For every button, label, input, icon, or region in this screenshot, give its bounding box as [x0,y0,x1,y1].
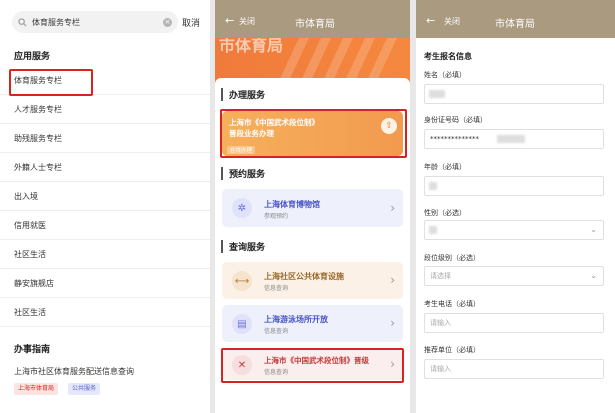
page-title: 市体育局 [295,19,335,30]
id-label: 身份证号码（必填） [424,116,487,124]
age-label: 年龄（必填） [424,163,466,171]
highlight-box [9,69,93,96]
back-arrow-icon[interactable]: ← [225,14,234,27]
list-item[interactable]: 出入境 [0,182,210,211]
unit-label: 推荐单位（必填） [424,346,480,354]
section-title-app-services: 应用服务 [14,52,51,62]
gender-label: 性别（必选） [424,209,466,217]
tag-badge: 上海市体育局 [14,383,59,395]
card-title: 上海体育博物馆 [264,200,320,209]
age-field[interactable] [424,176,604,196]
list-item[interactable]: 社区生活 [0,240,210,269]
id-number-field[interactable]: ************** [424,129,604,149]
page-title: 市体育局 [495,19,535,30]
list-item[interactable]: 社区生活 [0,298,210,327]
highlight-box [220,109,407,158]
name-field[interactable] [424,84,604,104]
section-title-booking: 预约服务 [221,167,265,180]
section-title-guide: 办事指南 [14,345,51,355]
form-section-title: 考生报名信息 [424,52,472,61]
phone-placeholder: 请输入 [430,319,451,327]
top-bar: ← 关闭 市体育局 [215,0,410,38]
search-results-panel: 体育服务专栏 × 取消 应用服务 体育服务专栏 人才服务专栏 助残服务专栏 外籍… [0,0,210,413]
list-item[interactable]: 外籍人士专栏 [0,153,210,182]
list-item-label: 外籍人士专栏 [14,163,62,172]
service-card-community-facilities[interactable]: ⟷ 上海社区公共体育设施 信息查询 › [222,262,403,299]
section-title-query: 查询服务 [221,240,265,253]
list-item[interactable]: 助残服务专栏 [0,124,210,153]
list-item-label: 信用就医 [14,221,46,230]
list-item[interactable]: 人才服务专栏 [0,95,210,124]
cancel-button[interactable]: 取消 [182,16,200,29]
close-button[interactable]: 关闭 [444,16,460,27]
id-value: ************** [430,135,479,143]
document-icon: ▤ [232,314,252,334]
list-item[interactable]: 信用就医 [0,211,210,240]
service-card-swimming-venues[interactable]: ▤ 上海游泳场所开放 信息查询 › [222,305,403,342]
back-arrow-icon[interactable]: ← [426,14,435,27]
list-item-label: 社区生活 [14,308,46,317]
card-subtitle: 信息查询 [264,285,289,292]
service-card-sports-museum[interactable]: ✲ 上海体育博物馆 参观预约 › [222,189,403,227]
list-item-label: 静安旗舰店 [14,279,54,288]
tag-badge: 公共服务 [68,383,101,395]
highlight-box [221,348,404,383]
list-item-label: 社区生活 [14,250,46,259]
unit-placeholder: 请输入 [430,365,451,373]
phone-label: 考生电话（必填） [424,300,480,308]
chevron-right-icon: › [390,273,395,287]
search-query: 体育服务专栏 [32,17,80,27]
chevron-down-icon: ⌄ [590,225,597,234]
list-item-label: 助残服务专栏 [14,134,62,143]
guide-item[interactable]: 上海市社区体育服务配送信息查询 [14,366,134,377]
section-title-handling: 办理服务 [221,88,265,101]
level-placeholder: 请选择 [430,272,451,280]
clear-icon[interactable]: × [163,17,172,27]
banner-text: 市体育局 [219,38,284,55]
recommend-unit-field[interactable]: 请输入 [424,359,604,379]
search-input[interactable]: 体育服务专栏 × [12,11,178,33]
card-subtitle: 信息查询 [264,328,289,335]
list-item-label: 出入境 [14,192,38,201]
list-item[interactable]: 静安旗舰店 [0,269,210,298]
top-bar: ← 关闭 市体育局 [416,0,615,38]
dumbbell-icon: ⟷ [232,271,252,291]
card-subtitle: 参观预约 [264,213,289,220]
chevron-down-icon: ⌄ [590,271,597,280]
chevron-right-icon: › [390,201,395,215]
close-button[interactable]: 关闭 [239,16,255,27]
search-icon [18,17,27,26]
card-title: 上海社区公共体育设施 [264,272,344,281]
phone-field[interactable]: 请输入 [424,313,604,333]
gender-select[interactable]: ⌄ [424,220,604,240]
museum-icon: ✲ [232,198,252,218]
chevron-right-icon: › [390,316,395,330]
registration-form-page: ← 关闭 市体育局 考生报名信息 姓名（必填） 身份证号码（必填） ******… [416,0,615,413]
card-title: 上海游泳场所开放 [264,315,328,324]
level-select[interactable]: 请选择 ⌄ [424,266,604,286]
level-label: 段位级别（必选） [424,254,480,262]
name-label: 姓名（必填） [424,71,466,79]
sports-bureau-page: 市体育局 ← 关闭 市体育局 办理服务 上海市《中国武术段位制》 晋段业务办理 … [215,0,410,413]
list-item-label: 人才服务专栏 [14,105,62,114]
